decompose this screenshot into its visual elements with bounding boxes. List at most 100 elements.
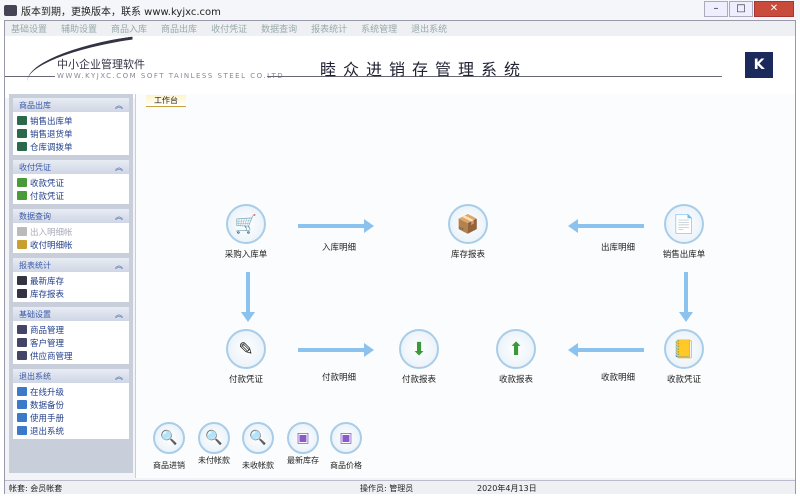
notebook-icon: 📒 [664,329,704,369]
bucket-icon: ▣ [287,422,319,454]
app-icon [4,4,17,16]
menu-item[interactable]: 报表统计 [311,22,347,35]
stock-report-node[interactable]: 📦 库存报表 [438,204,498,260]
item-icon [17,129,27,138]
sidebar-group-header[interactable]: 收付凭证 ︽ [13,160,129,174]
pay-report-node[interactable]: ⬇ 付款报表 [389,329,449,385]
menu-item[interactable]: 系统管理 [361,22,397,35]
pen-icon: ✎ [226,329,266,369]
sidebar-group: 商品出库 ︽ 销售出库单 销售退货单 仓库调拨单 [13,98,129,155]
sidebar-group-header[interactable]: 商品出库 ︽ [13,98,129,112]
item-icon [17,276,27,285]
quick-unpaid-button[interactable]: 🔍 未付帐款 [191,422,237,466]
quick-sales-purchase-button[interactable]: 🔍 商品进销 [146,422,192,471]
item-icon [17,338,27,347]
sidebar-item[interactable]: 商品管理 [17,323,125,336]
sales-out-node[interactable]: 📄 销售出库单 [654,204,714,260]
date-status: 2020年4月13日 [477,484,537,493]
arrow-left [568,219,644,233]
close-button[interactable]: ✕ [754,1,794,17]
item-icon [17,227,27,236]
sidebar-group: 报表统计 ︽ 最新库存 库存报表 [13,258,129,302]
magnifier-icon: 🔍 [198,422,230,454]
menu-item[interactable]: 数据查询 [261,22,297,35]
workbench: 工作台 🛒 采购入库单 📦 库存报表 📄 销售出库单 ✎ 付款凭证 ⬇ 付款报表 ⬆ 收款报… [135,94,795,478]
item-icon [17,351,27,360]
item-icon [17,116,27,125]
sidebar-item[interactable]: 付款凭证 [17,189,125,202]
collapse-icon[interactable]: ︽ [115,309,123,320]
operator-status: 操作员: 管理员 [360,484,414,493]
menu-item[interactable]: 辅助设置 [61,22,97,35]
menu-item[interactable]: 基础设置 [11,22,47,35]
purchase-in-node[interactable]: 🛒 采购入库单 [216,204,276,260]
item-icon [17,142,27,151]
item-icon [17,387,27,396]
item-icon [17,178,27,187]
arrow-right [298,219,374,233]
sidebar-item[interactable]: 最新库存 [17,274,125,287]
box-icon: 📦 [448,204,488,244]
minimize-button[interactable]: – [704,1,728,17]
sidebar-group: 数据查询 ︽ 出入明细帐 收付明细帐 [13,209,129,253]
sidebar-item[interactable]: 数据备份 [17,398,125,411]
quick-unreceived-button[interactable]: 🔍 未收帐款 [235,422,281,471]
receipt-detail-label: 收款明细 [601,373,636,383]
in-detail-label: 入库明细 [322,243,357,253]
collapse-icon[interactable]: ︽ [115,100,123,111]
quick-price-button[interactable]: ▣ 商品价格 [323,422,369,471]
sidebar-item[interactable]: 出入明细帐 [17,225,125,238]
quick-latest-stock-button[interactable]: ▣ 最新库存 [280,422,326,466]
magnifier-icon: 🔍 [242,422,274,454]
sidebar-item[interactable]: 收款凭证 [17,176,125,189]
arrow-right [298,343,374,357]
sidebar-group-header[interactable]: 基础设置 ︽ [13,307,129,321]
system-title: 睦众进销存管理系统 [320,60,528,79]
menu-item[interactable]: 商品出库 [161,22,197,35]
sidebar-group-header[interactable]: 数据查询 ︽ [13,209,129,223]
collapse-icon[interactable]: ︽ [115,371,123,382]
sidebar-group-header[interactable]: 退出系统 ︽ [13,369,129,383]
arrow-down [241,272,255,322]
title-bar: 版本到期，更换版本，联系 www.kyjxc.com – □ ✕ [0,0,800,20]
sidebar-item[interactable]: 在线升级 [17,385,125,398]
sidebar-item[interactable]: 使用手册 [17,411,125,424]
item-icon [17,400,27,409]
sidebar-item[interactable]: 供应商管理 [17,349,125,362]
sidebar-item[interactable]: 收付明细帐 [17,238,125,251]
sidebar-group-header[interactable]: 报表统计 ︽ [13,258,129,272]
magnifier-icon: 🔍 [153,422,185,454]
up-arrow-doc-icon: ⬆ [496,329,536,369]
item-icon [17,413,27,422]
pay-voucher-node[interactable]: ✎ 付款凭证 [216,329,276,385]
sidebar-item[interactable]: 退出系统 [17,424,125,437]
down-arrow-doc-icon: ⬇ [399,329,439,369]
sidebar-item[interactable]: 销售退货单 [17,127,125,140]
item-icon [17,325,27,334]
receipt-report-node[interactable]: ⬆ 收款报表 [486,329,546,385]
item-icon [17,426,27,435]
menu-bar: 基础设置 辅助设置 商品入库 商品出库 收付凭证 数据查询 报表统计 系统管理 … [5,21,795,36]
document-add-icon: 📄 [664,204,704,244]
collapse-icon[interactable]: ︽ [115,211,123,222]
sidebar-item[interactable]: 仓库调拨单 [17,140,125,153]
sidebar-item[interactable]: 销售出库单 [17,114,125,127]
menu-item[interactable]: 退出系统 [411,22,447,35]
tab-workbench[interactable]: 工作台 [146,95,186,107]
item-icon [17,240,27,249]
menu-item[interactable]: 收付凭证 [211,22,247,35]
window-title: 版本到期，更换版本，联系 www.kyjxc.com [21,6,221,18]
sidebar-group: 收付凭证 ︽ 收款凭证 付款凭证 [13,160,129,204]
arrow-left [568,343,644,357]
receipt-voucher-node[interactable]: 📒 收款凭证 [654,329,714,385]
collapse-icon[interactable]: ︽ [115,260,123,271]
status-bar: 帐套: 会员帐套 操作员: 管理员 2020年4月13日 [5,480,795,494]
sidebar-item[interactable]: 客户管理 [17,336,125,349]
item-icon [17,289,27,298]
sidebar-item[interactable]: 库存报表 [17,287,125,300]
cart-icon: 🛒 [226,204,266,244]
maximize-button[interactable]: □ [729,1,753,17]
collapse-icon[interactable]: ︽ [115,162,123,173]
pay-detail-label: 付款明细 [322,373,357,383]
menu-item[interactable]: 商品入库 [111,22,147,35]
